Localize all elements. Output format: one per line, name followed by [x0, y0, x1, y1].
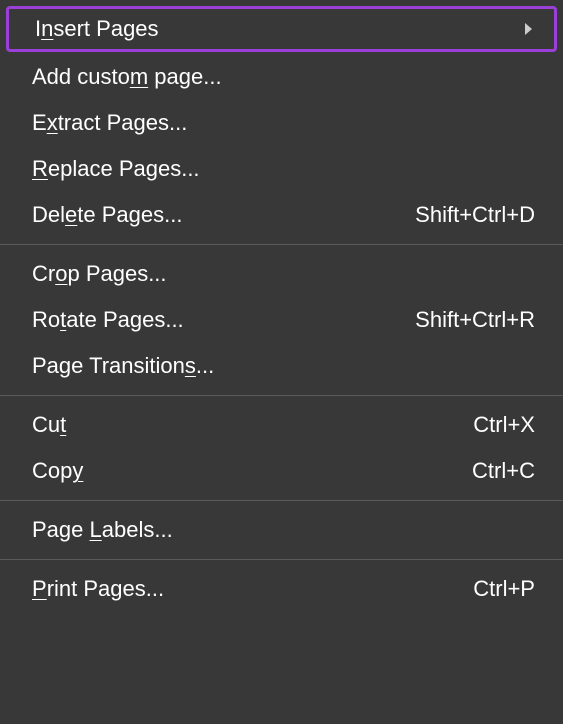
menu-item-label: Page Labels...: [32, 517, 535, 543]
menu-item-page-labels[interactable]: Page Labels...: [0, 507, 563, 553]
menu-item-shortcut: Ctrl+X: [473, 412, 535, 438]
menu-item-label: Rotate Pages...: [32, 307, 415, 333]
menu-item-label: Insert Pages: [35, 16, 513, 42]
menu-item-shortcut: Shift+Ctrl+D: [415, 202, 535, 228]
menu-item-label: Print Pages...: [32, 576, 473, 602]
menu-item-add-custom-page[interactable]: Add custom page...: [0, 54, 563, 100]
menu-item-insert-pages[interactable]: Insert Pages: [6, 6, 557, 52]
menu-item-label: Delete Pages...: [32, 202, 415, 228]
menu-item-label: Add custom page...: [32, 64, 535, 90]
menu-item-label: Cut: [32, 412, 473, 438]
menu-item-print-pages[interactable]: Print Pages...Ctrl+P: [0, 566, 563, 612]
menu-item-crop-pages[interactable]: Crop Pages...: [0, 251, 563, 297]
menu-separator: [0, 559, 563, 560]
menu-separator: [0, 500, 563, 501]
chevron-right-icon: [525, 23, 532, 35]
menu-item-rotate-pages[interactable]: Rotate Pages...Shift+Ctrl+R: [0, 297, 563, 343]
menu-item-label: Crop Pages...: [32, 261, 535, 287]
menu-item-shortcut: Shift+Ctrl+R: [415, 307, 535, 333]
menu-item-delete-pages[interactable]: Delete Pages...Shift+Ctrl+D: [0, 192, 563, 238]
menu-item-label: Copy: [32, 458, 472, 484]
menu-item-shortcut: Ctrl+C: [472, 458, 535, 484]
menu-item-cut[interactable]: CutCtrl+X: [0, 402, 563, 448]
menu-item-label: Extract Pages...: [32, 110, 535, 136]
menu-separator: [0, 395, 563, 396]
menu-item-extract-pages[interactable]: Extract Pages...: [0, 100, 563, 146]
menu-separator: [0, 244, 563, 245]
context-menu: Insert Pages Add custom page... Extract Pa…: [0, 0, 563, 724]
menu-item-label: Replace Pages...: [32, 156, 535, 182]
menu-item-shortcut: Ctrl+P: [473, 576, 535, 602]
menu-item-replace-pages[interactable]: Replace Pages...: [0, 146, 563, 192]
menu-item-copy[interactable]: CopyCtrl+C: [0, 448, 563, 494]
menu-item-label: Page Transitions...: [32, 353, 535, 379]
menu-item-page-transitions[interactable]: Page Transitions...: [0, 343, 563, 389]
